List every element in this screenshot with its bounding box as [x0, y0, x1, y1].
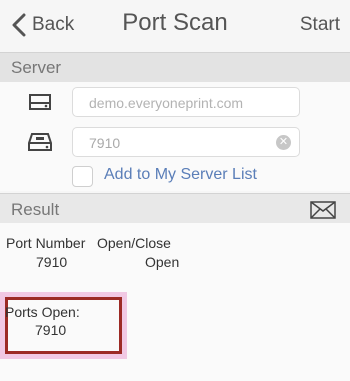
port-icon [28, 133, 52, 151]
port-value: 7910 [89, 135, 121, 151]
ports-open-box: Ports Open: 7910 [5, 297, 122, 354]
server-section-label: Server [11, 58, 62, 77]
start-button[interactable]: Start [300, 14, 340, 36]
nav-bar: Back Port Scan Start [0, 0, 350, 50]
page-title: Port Scan [122, 9, 228, 36]
host-input[interactable]: demo.everyoneprint.com [72, 87, 300, 117]
add-to-list-checkbox[interactable] [72, 166, 93, 187]
add-to-list-label[interactable]: Add to My Server List [104, 166, 257, 184]
clear-icon[interactable]: ✕ [276, 135, 291, 150]
ports-open-highlight: Ports Open: 7910 [0, 292, 127, 359]
result-status-cell: Open [145, 254, 180, 270]
mail-icon[interactable] [310, 201, 336, 219]
port-number-header: Port Number [6, 235, 86, 251]
open-close-header: Open/Close [97, 235, 171, 251]
server-section-header: Server [0, 52, 350, 82]
result-section-label: Result [11, 200, 60, 219]
result-section-header: Result [0, 193, 350, 223]
ports-open-label: Ports Open: [5, 304, 80, 320]
host-placeholder: demo.everyoneprint.com [89, 95, 244, 111]
server-icon [29, 94, 51, 110]
port-input[interactable]: 7910 ✕ [72, 127, 300, 157]
ports-open-value: 7910 [35, 322, 67, 338]
result-port-cell: 7910 [36, 254, 68, 270]
